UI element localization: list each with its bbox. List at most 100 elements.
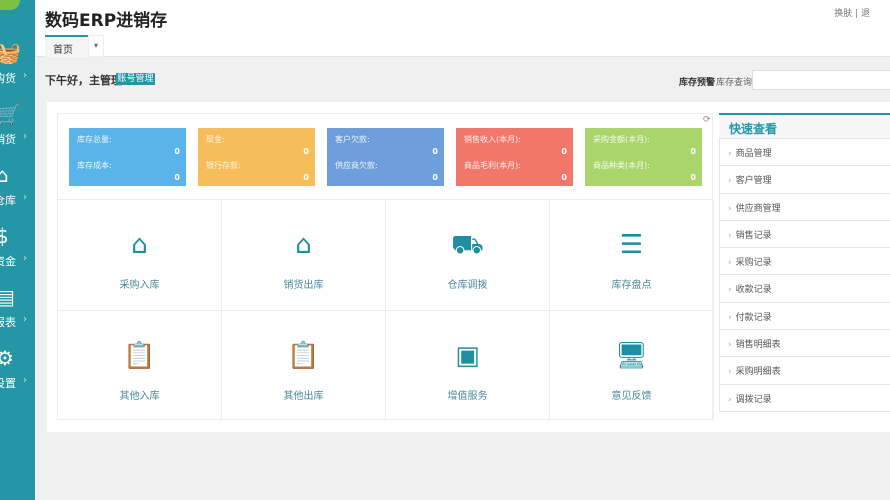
quick-view-item[interactable]: 销售记录 <box>719 220 890 249</box>
sidebar-item-label: 报表 <box>0 316 16 329</box>
stock-query-input[interactable] <box>752 70 890 90</box>
sidebar-item-label: 资金 <box>0 255 16 268</box>
stat-value: 0 <box>432 147 438 156</box>
shortcut-3[interactable]: ☰ 库存盘点 <box>550 199 714 310</box>
stat-label: 商品毛利(本月): <box>464 161 521 170</box>
stock-query-label: 库存查询 <box>716 78 753 88</box>
shortcut-label: 意见反馈 <box>611 391 652 402</box>
dollar-icon: $ <box>0 224 9 248</box>
shortcut-icon: ⌂ <box>295 230 312 260</box>
shortcut-label: 销货出库 <box>283 280 324 291</box>
shortcut-5[interactable]: 📋 其他出库 <box>222 310 386 421</box>
sidebar-item-label: 设置 <box>0 377 16 390</box>
shortcut-icon: ⛟ <box>451 230 484 260</box>
stat-value: 0 <box>690 147 696 156</box>
app-title: 数码ERP进销存 <box>45 11 168 31</box>
account-manage-button[interactable]: 账号管理 <box>116 73 155 85</box>
chevron-right-icon: › <box>23 70 27 81</box>
sidebar-item-5[interactable]: ⚙ 设置 › <box>0 347 35 407</box>
skin-link[interactable]: 换肤 | 退 <box>834 6 870 19</box>
quick-view-item[interactable]: 供应商管理 <box>719 193 890 221</box>
stat-value: 0 <box>690 173 696 182</box>
shortcut-icon: ▣ <box>455 341 480 371</box>
sidebar-item-1[interactable]: 🛒 销货 › <box>0 103 35 163</box>
sidebar: 🧺 购货 › 🛒 销货 › ⌂ 仓库 › $ 资金 › ▤ 报表 › ⚙ 设置 … <box>0 0 35 500</box>
quick-view-item[interactable]: 客户管理 <box>719 166 890 194</box>
shortcut-4[interactable]: 📋 其他入库 <box>58 310 222 421</box>
stat-value: 0 <box>174 173 180 182</box>
quick-view-item[interactable]: 采购明细表 <box>719 357 890 385</box>
shortcut-label: 采购入库 <box>119 280 160 291</box>
warehouse-icon: ⌂ <box>0 163 9 187</box>
stat-value: 0 <box>303 147 309 156</box>
chevron-right-icon: › <box>23 253 27 264</box>
shortcut-icon: 🖥 <box>614 341 648 371</box>
stat-card[interactable]: 库存总量: 0 库存成本: 0 <box>69 128 186 186</box>
stat-value: 0 <box>561 147 567 156</box>
gear-icon: ⚙ <box>0 346 14 370</box>
shortcut-1[interactable]: ⌂ 销货出库 <box>222 199 386 310</box>
stat-value: 0 <box>303 173 309 182</box>
shortcut-label: 其他入库 <box>119 391 160 402</box>
quick-view-title: 快速查看 <box>719 115 890 139</box>
shortcut-label: 库存盘点 <box>611 280 652 291</box>
shortcut-label: 其他出库 <box>283 391 324 402</box>
refresh-icon[interactable]: ⟳ <box>703 115 711 125</box>
quick-view-item[interactable]: 商品管理 <box>719 139 890 167</box>
stat-value: 0 <box>561 173 567 182</box>
shortcut-6[interactable]: ▣ 增值服务 <box>386 310 550 421</box>
cart-icon: 🛒 <box>0 102 21 126</box>
sidebar-item-label: 仓库 <box>0 194 16 207</box>
stat-card[interactable]: 现金: 0 银行存款: 0 <box>198 128 315 186</box>
chevron-right-icon: › <box>23 192 27 203</box>
shortcut-icon: ☰ <box>619 230 644 260</box>
shortcut-icon: 📋 <box>123 341 156 371</box>
stat-card[interactable]: 采购金额(本月): 0 商品种类(本月): 0 <box>585 128 702 186</box>
quick-view-item[interactable]: 付款记录 <box>719 302 890 331</box>
tab-home[interactable]: 首页 <box>45 35 88 57</box>
quick-view-item[interactable]: 调拨记录 <box>719 384 890 412</box>
stat-label: 现金: <box>206 135 225 144</box>
header: 数码ERP进销存 首页 ▾ 换肤 | 退 <box>35 0 890 57</box>
stat-card[interactable]: 销售收入(本月): 0 商品毛利(本月): 0 <box>456 128 573 186</box>
shortcut-7[interactable]: 🖥 意见反馈 <box>550 310 714 421</box>
quick-view-item[interactable]: 收款记录 <box>719 275 890 303</box>
stat-label: 采购金额(本月): <box>593 135 650 144</box>
stat-value: 0 <box>174 147 180 156</box>
stat-card[interactable]: 客户欠款: 0 供应商欠款: 0 <box>327 128 444 186</box>
stat-label: 商品种类(本月): <box>593 161 650 170</box>
basket-icon: 🧺 <box>0 41 21 65</box>
stat-label: 销售收入(本月): <box>464 135 521 144</box>
tab-dropdown-button[interactable]: ▾ <box>88 35 104 57</box>
greeting: 下午好，主管理 <box>45 74 122 87</box>
sidebar-item-label: 销货 <box>0 133 16 146</box>
stat-label: 客户欠款: <box>335 135 370 144</box>
sidebar-item-0[interactable]: 🧺 购货 › <box>0 42 35 102</box>
stat-label: 库存成本: <box>77 161 112 170</box>
quick-view-panel: 快速查看 商品管理客户管理供应商管理销售记录采购记录收款记录付款记录销售明细表采… <box>719 113 890 412</box>
sidebar-item-3[interactable]: $ 资金 › <box>0 225 35 285</box>
stat-label: 供应商欠款: <box>335 161 378 170</box>
quick-view-item[interactable]: 销售明细表 <box>719 330 890 358</box>
dashboard: 库存总量: 0 库存成本: 0 现金: 0 银行存款: 0 客户欠款: 0 供应… <box>57 113 714 421</box>
shortcut-label: 仓库调拨 <box>447 280 488 291</box>
main-panel: 库存总量: 0 库存成本: 0 现金: 0 银行存款: 0 客户欠款: 0 供应… <box>47 102 890 432</box>
chevron-right-icon: › <box>23 131 27 142</box>
logo <box>0 0 20 10</box>
stock-warning-link[interactable]: 库存预警 <box>679 75 715 88</box>
quick-view-item[interactable]: 采购记录 <box>719 248 890 276</box>
shortcut-label: 增值服务 <box>447 391 488 402</box>
report-icon: ▤ <box>0 285 15 309</box>
shortcut-icon: ⌂ <box>131 230 148 260</box>
sidebar-item-4[interactable]: ▤ 报表 › <box>0 286 35 346</box>
shortcut-icon: 📋 <box>287 341 320 371</box>
chevron-right-icon: › <box>23 375 27 386</box>
sidebar-item-label: 购货 <box>0 72 16 85</box>
stat-label: 银行存款: <box>206 161 241 170</box>
shortcut-2[interactable]: ⛟ 仓库调拨 <box>386 199 550 310</box>
stat-value: 0 <box>432 173 438 182</box>
chevron-right-icon: › <box>23 314 27 325</box>
stat-label: 库存总量: <box>77 135 112 144</box>
sidebar-item-2[interactable]: ⌂ 仓库 › <box>0 164 35 224</box>
shortcut-0[interactable]: ⌂ 采购入库 <box>58 199 222 310</box>
